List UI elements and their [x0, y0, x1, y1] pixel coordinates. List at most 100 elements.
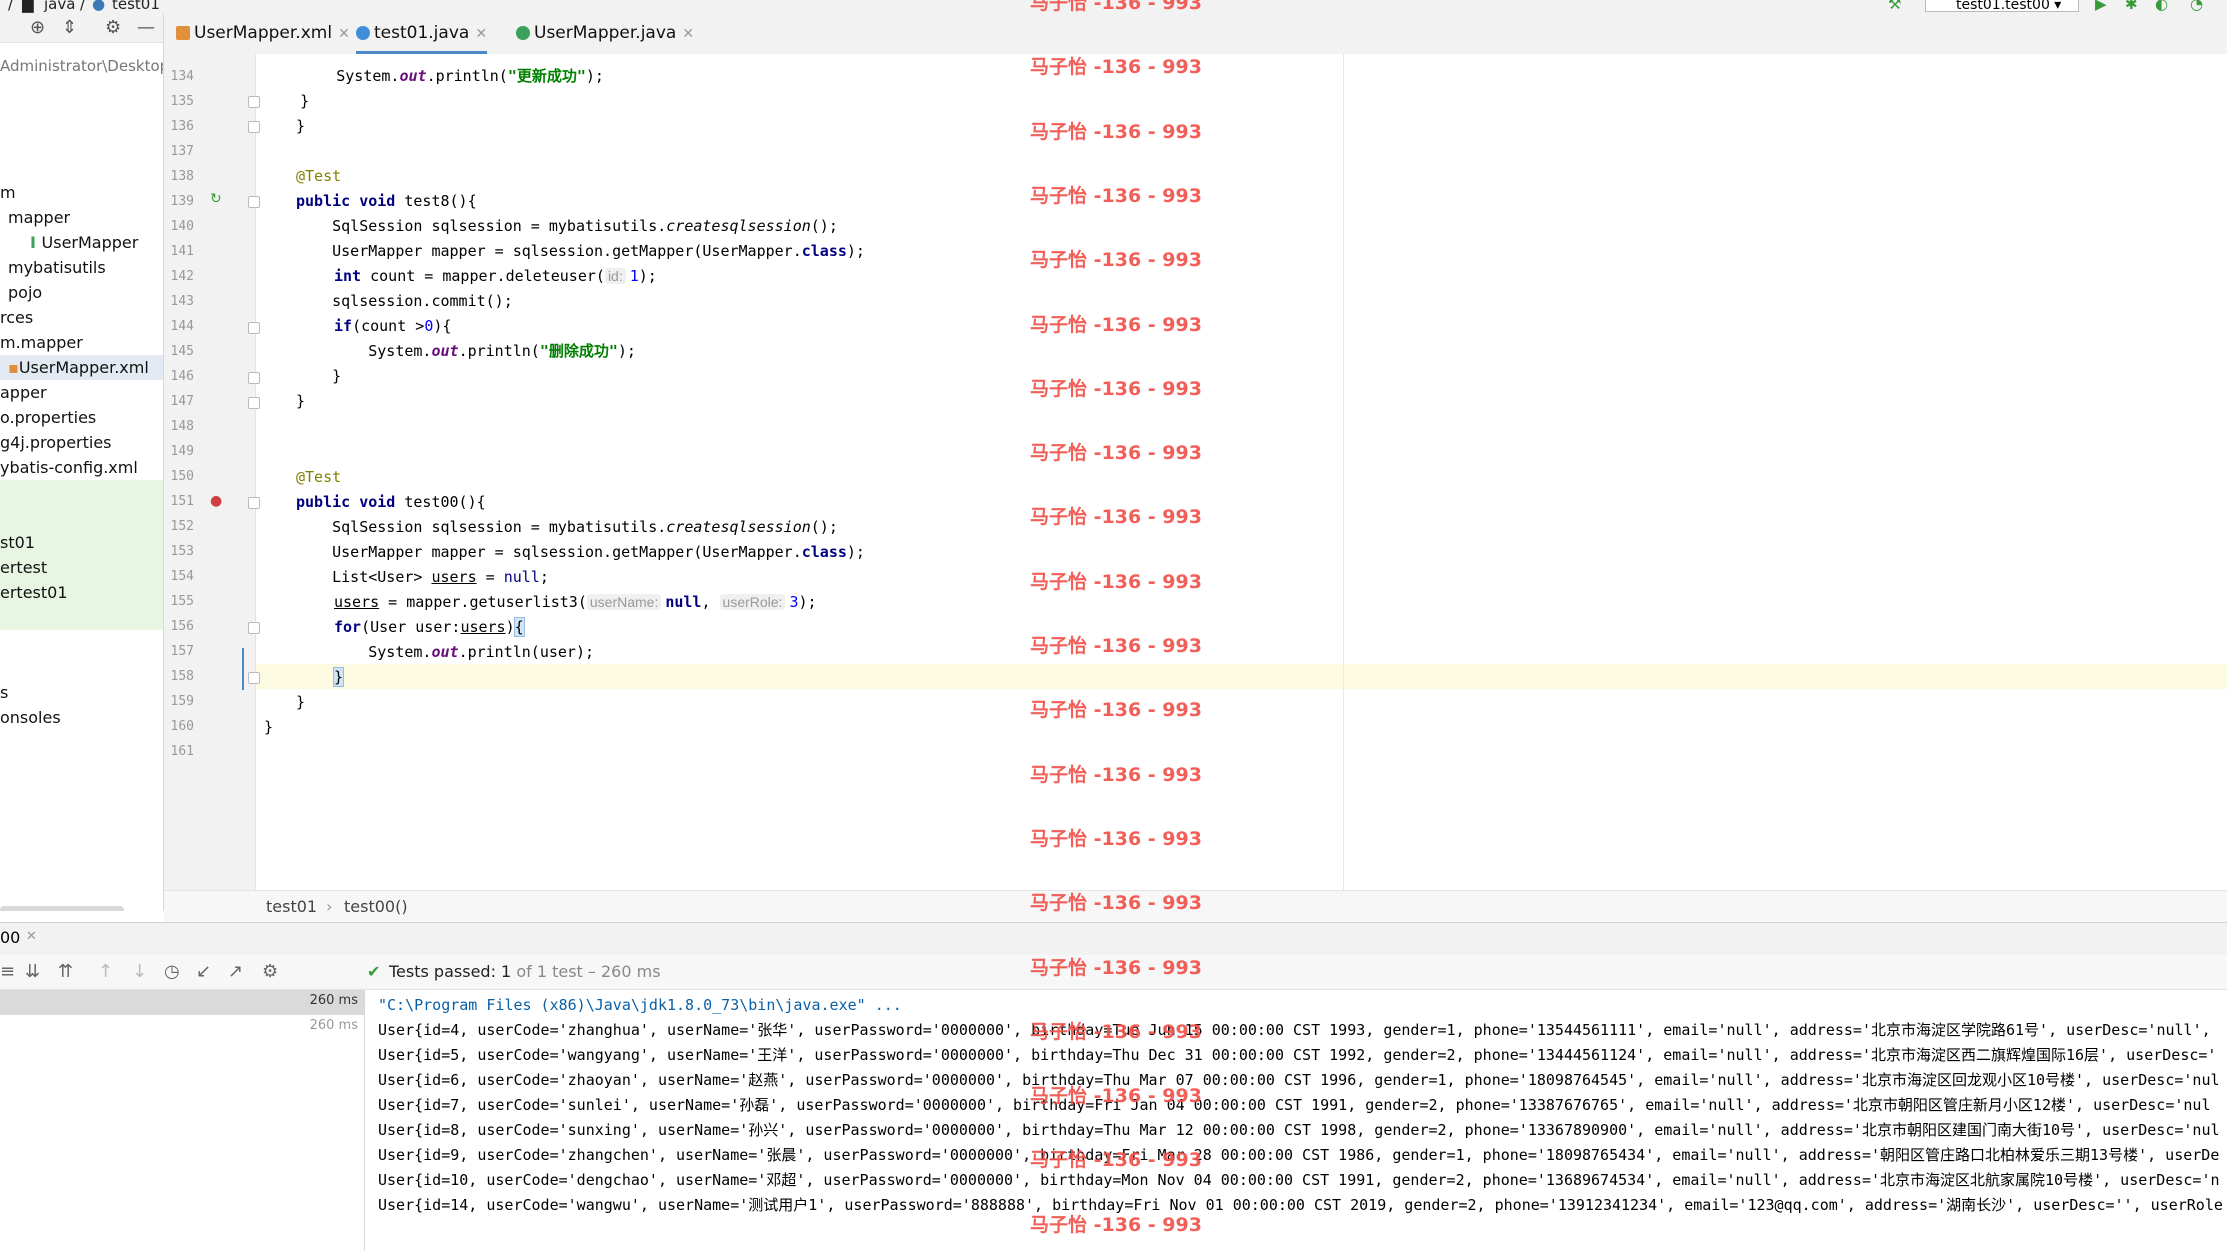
code-text: );: [798, 593, 817, 611]
right-margin-guide: [1343, 54, 1344, 890]
fold-icon[interactable]: [248, 322, 260, 334]
debug-icon[interactable]: ✱: [2125, 0, 2138, 13]
project-tree-label: UserMapper: [41, 233, 139, 252]
horizontal-scrollbar[interactable]: [0, 906, 124, 911]
project-tree-label: g4j.properties: [0, 433, 112, 452]
code-string: "更新成功": [507, 67, 586, 85]
export-icon[interactable]: ↗: [228, 961, 243, 982]
fold-icon[interactable]: [248, 622, 260, 634]
tab-usermapper-java[interactable]: UserMapper.java ✕: [516, 23, 694, 51]
watermark-text: 马子怡 -136 - 993: [1030, 1020, 1202, 1043]
code-text: }: [296, 693, 306, 711]
line-number: 144: [170, 319, 194, 334]
project-tree-item[interactable]: ▪UserMapper.xml: [0, 355, 163, 380]
expand-all-icon[interactable]: ⇊: [25, 961, 40, 982]
project-tree-item[interactable]: [0, 505, 163, 530]
code-number: 0: [424, 317, 434, 335]
project-tree-item[interactable]: [0, 630, 163, 655]
project-tree-item[interactable]: apper: [0, 380, 163, 405]
minimize-icon[interactable]: —: [137, 17, 155, 38]
project-tree-item[interactable]: onsoles: [0, 705, 163, 730]
profile-icon[interactable]: ◔: [2190, 0, 2203, 13]
check-icon: ✔: [367, 962, 381, 981]
code-editor[interactable]: [256, 54, 2227, 890]
run-config-select[interactable]: test01.test00 ▾: [1925, 0, 2079, 12]
run-icon[interactable]: ▶: [2095, 0, 2107, 13]
tab-usermapper-xml[interactable]: UserMapper.xml ✕: [176, 23, 350, 51]
gear-icon[interactable]: ⚙: [105, 17, 121, 38]
run-tool-window-header: 00 ✕: [0, 922, 2227, 956]
tab-label: test01.java: [374, 23, 470, 43]
matched-brace: }: [332, 667, 345, 687]
project-tree-label: ertest: [0, 558, 48, 577]
code-text: (User user:: [361, 618, 461, 636]
close-icon[interactable]: ✕: [26, 929, 37, 944]
fold-icon[interactable]: [248, 196, 260, 208]
code-variable: users: [334, 593, 380, 611]
project-tree-item[interactable]: g4j.properties: [0, 430, 163, 455]
code-text: );: [846, 242, 865, 260]
watermark-text: 马子怡 -136 - 993: [1030, 570, 1202, 593]
code-line-136: }: [296, 114, 305, 139]
project-tree-item[interactable]: m.mapper: [0, 330, 163, 355]
project-tree-item[interactable]: ertest01: [0, 580, 163, 605]
run-tab-label[interactable]: 00: [0, 928, 20, 947]
arrow-up-icon[interactable]: ↑: [98, 961, 113, 982]
fold-icon[interactable]: [248, 672, 260, 684]
project-tree-item[interactable]: o.properties: [0, 405, 163, 430]
arrow-down-icon[interactable]: ↓: [132, 961, 147, 982]
project-tree-item[interactable]: s: [0, 680, 163, 705]
collapse-all-icon[interactable]: ⇈: [58, 961, 73, 982]
watermark-text: 马子怡 -136 - 993: [1030, 377, 1202, 400]
fold-icon[interactable]: [248, 397, 260, 409]
code-line-158: }: [332, 665, 345, 690]
project-tree-item[interactable]: mapper: [0, 205, 163, 230]
code-line-140: SqlSession sqlsession = mybatisutils.cre…: [296, 214, 838, 239]
line-number: 138: [170, 169, 194, 184]
history-icon[interactable]: ◷: [164, 961, 180, 982]
fold-icon[interactable]: [248, 372, 260, 384]
run-test-failed-icon[interactable]: ●: [210, 493, 222, 509]
breadcrumb-file[interactable]: test01: [112, 0, 160, 13]
watermark-text: 马子怡 -136 - 993: [1030, 763, 1202, 786]
console-line: User{id=8, userCode='sunxing', userName=…: [378, 1121, 2220, 1139]
project-tree-item[interactable]: ybatis-config.xml: [0, 455, 163, 480]
project-tree-item[interactable]: rces: [0, 305, 163, 330]
fold-icon[interactable]: [248, 497, 260, 509]
code-text: sqlsession.commit();: [296, 292, 513, 310]
code-text: }: [264, 718, 274, 736]
project-tree-item[interactable]: m: [0, 180, 163, 205]
project-tree-item[interactable]: pojo: [0, 280, 163, 305]
status-prefix: Tests passed:: [389, 962, 496, 981]
crumb-method[interactable]: test00(): [344, 897, 408, 916]
project-tree-item[interactable]: [0, 605, 163, 630]
import-icon[interactable]: ↙: [196, 961, 211, 982]
code-number: 1: [629, 267, 639, 285]
code-text: .println(user);: [458, 643, 595, 661]
project-tree-item[interactable]: [0, 655, 163, 680]
line-number: 135: [170, 94, 194, 109]
project-tree-item[interactable]: st01: [0, 530, 163, 555]
project-tree-item[interactable]: ertest: [0, 555, 163, 580]
locate-icon[interactable]: ⊕: [30, 17, 45, 38]
project-tree-item[interactable]: [0, 480, 163, 505]
code-text: = mapper.getuserlist3(: [379, 593, 587, 611]
tab-test01-java[interactable]: test01.java ✕: [356, 23, 488, 55]
project-tree-item[interactable]: mybatisutils: [0, 255, 163, 280]
collapse-icon[interactable]: ⇕: [62, 17, 77, 38]
fold-icon[interactable]: [248, 96, 260, 108]
fold-icon[interactable]: [248, 121, 260, 133]
watermark-text: 马子怡 -136 - 993: [1030, 120, 1202, 143]
menu-icon[interactable]: ≡: [0, 961, 15, 982]
close-icon[interactable]: ✕: [682, 26, 694, 42]
close-icon[interactable]: ✕: [338, 26, 350, 42]
code-text: SqlSession sqlsession = mybatisutils.: [296, 518, 667, 536]
run-test-icon[interactable]: ↻: [210, 191, 222, 207]
gear-icon[interactable]: ⚙: [262, 961, 278, 982]
crumb-class[interactable]: test01: [266, 897, 317, 916]
breadcrumb-folder[interactable]: java: [44, 0, 75, 13]
build-icon[interactable]: ⚒: [1888, 0, 1901, 13]
coverage-icon[interactable]: ◐: [2155, 0, 2168, 13]
project-tree-item[interactable]: I UserMapper: [0, 230, 163, 255]
close-icon[interactable]: ✕: [475, 26, 487, 42]
